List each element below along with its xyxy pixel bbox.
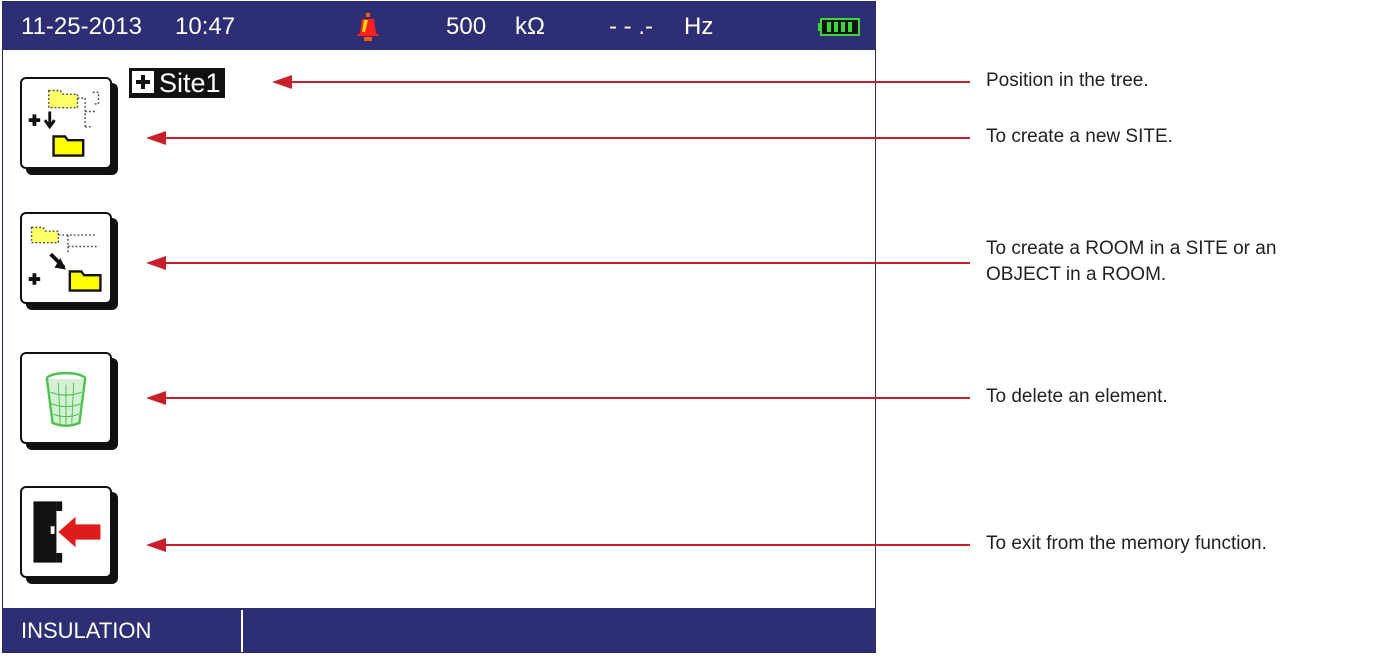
callout-arrows <box>146 75 970 552</box>
annotation-position: Position in the tree. <box>986 70 1149 91</box>
annotation-delete: To delete an element. <box>986 386 1168 407</box>
annotation-create-room-line1: To create a ROOM in a SITE or an <box>986 238 1277 259</box>
annotation-exit: To exit from the memory function. <box>986 533 1267 554</box>
annotation-create-room-line2: OBJECT in a ROOM. <box>986 264 1167 285</box>
annotation-create-site: To create a new SITE. <box>986 126 1173 147</box>
